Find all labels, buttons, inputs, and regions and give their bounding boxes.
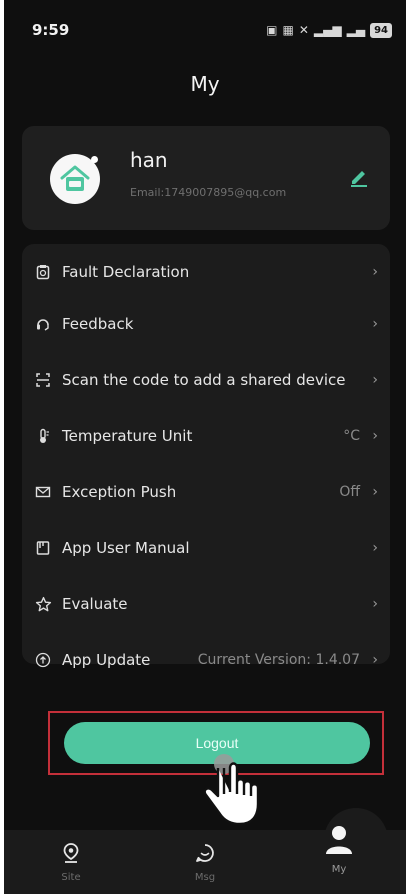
nav-item-msg[interactable]: Msg [165,830,245,883]
menu-item-label: Evaluate [62,595,128,613]
edit-profile-button[interactable] [344,162,374,192]
location-pin-icon [63,843,79,863]
battery-indicator: 94 [370,22,392,38]
menu-item-label: App User Manual [62,539,190,557]
signal-icon: ▂▄▆ [313,23,342,37]
signal-2-icon: ▂▄ [346,23,366,37]
menu-item-value: Off [339,484,360,500]
menu-item-scan-shared-device[interactable]: Scan the code to add a shared device › [22,356,390,404]
menu-item-label: Scan the code to add a shared device [62,371,346,389]
avatar[interactable] [50,154,100,204]
nav-label: My [331,864,347,875]
mute-icon: ✕ [298,23,309,37]
nav-label: Site [61,872,81,883]
username: han [130,148,168,172]
menu-item-evaluate[interactable]: Evaluate › [22,580,390,628]
status-bar: 9:59 ▣ ▦ ✕ ▂▄▆ ▂▄ 94 [4,0,406,60]
headset-icon [34,315,52,333]
thermometer-icon [34,427,52,445]
upload-icon [34,651,52,669]
menu-item-value: °C [343,428,360,444]
menu-item-app-user-manual[interactable]: App User Manual › [22,524,390,572]
page-title: My [190,72,220,96]
chevron-right-icon: › [372,316,378,332]
menu-item-value: Current Version: 1.4.07 [197,652,360,668]
menu-item-label: Exception Push [62,483,177,501]
bottom-nav: Site Msg My [4,826,406,894]
menu-item-label: App Update [62,651,151,669]
avatar-badge [91,156,98,163]
status-icons: ▣ ▦ ✕ ▂▄▆ ▂▄ 94 [266,22,392,38]
chat-bubble-icon [196,844,214,862]
chevron-right-icon: › [372,264,378,280]
menu-item-fault-declaration[interactable]: Fault Declaration › [22,248,390,296]
app-screen: 9:59 ▣ ▦ ✕ ▂▄▆ ▂▄ 94 My han Email:174900… [4,0,406,894]
chevron-right-icon: › [372,652,378,668]
nav-item-my[interactable]: My [299,826,379,875]
chevron-right-icon: › [372,484,378,500]
chevron-right-icon: › [372,596,378,612]
menu-item-exception-push[interactable]: Exception Push Off › [22,468,390,516]
menu-item-label: Fault Declaration [62,263,190,281]
scan-icon [34,371,52,389]
menu-item-app-update[interactable]: App Update Current Version: 1.4.07 › [22,636,390,684]
hand-pointer-icon [203,754,260,826]
house-avatar-icon [60,165,90,191]
chevron-right-icon: › [372,372,378,388]
chevron-right-icon: › [372,428,378,444]
clipboard-icon [34,263,52,281]
pencil-icon [351,171,367,187]
nav-item-site[interactable]: Site [31,830,111,883]
menu-item-temperature-unit[interactable]: Temperature Unit °C › [22,412,390,460]
status-time: 9:59 [32,21,70,39]
chevron-right-icon: › [372,540,378,556]
nfc-icon: ▣ [266,23,278,37]
menu-item-label: Feedback [62,315,134,333]
manual-icon [34,539,52,557]
vibrate-icon: ▦ [282,23,294,37]
settings-menu: Fault Declaration › Feedback › Scan the … [22,244,390,669]
nav-label: Msg [194,872,216,883]
email: Email:1749007895@qq.com [130,186,287,199]
user-icon [326,826,352,854]
menu-item-label: Temperature Unit [62,427,193,445]
envelope-icon [34,483,52,501]
menu-item-feedback[interactable]: Feedback › [22,300,390,348]
profile-card[interactable]: han Email:1749007895@qq.com [22,126,390,230]
star-icon [34,595,52,613]
